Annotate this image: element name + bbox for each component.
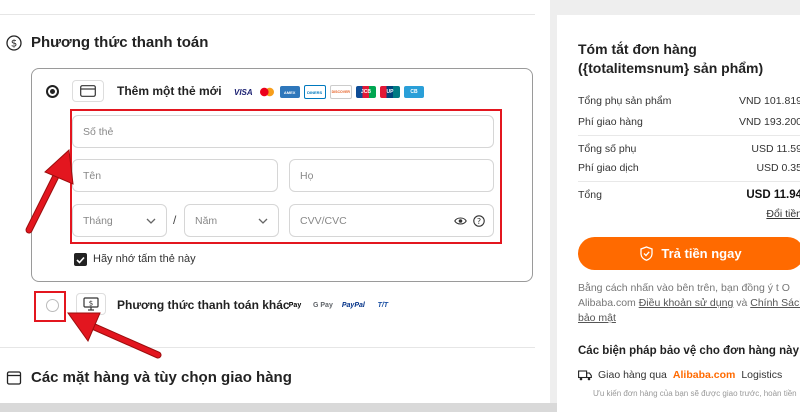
checkmark-icon bbox=[76, 256, 85, 264]
summary-row-transaction-fee: Phí giao dịch USD 0.35 bbox=[578, 162, 800, 174]
credit-card-icon bbox=[80, 85, 96, 97]
summary-row-subtotal-usd: Tổng số phụ USD 11.59 bbox=[578, 143, 800, 155]
alibaba-brand: Alibaba.com bbox=[672, 369, 736, 381]
summary-row-subtotal: Tổng phụ sản phẩm VND 101.819 bbox=[578, 95, 800, 107]
card-icon-box bbox=[72, 80, 104, 102]
row-label: Tổng số phụ bbox=[578, 143, 637, 155]
other-method-logos: Pay G Pay PayPal T/T bbox=[285, 299, 393, 311]
order-summary-title: Tóm tắt đơn hàng ({totalitemsnum} sản ph… bbox=[578, 41, 764, 76]
shipping-suffix: Logistics bbox=[741, 369, 783, 381]
google-pay-logo: G Pay bbox=[313, 301, 333, 309]
row-value: USD 11.59 bbox=[751, 143, 800, 155]
row-value: USD 0.35 bbox=[756, 162, 800, 174]
top-divider bbox=[0, 14, 535, 15]
jcb-logo: JCB bbox=[355, 86, 376, 98]
total-value: USD 11.94 bbox=[746, 189, 800, 201]
total-label: Tổng bbox=[578, 189, 602, 201]
svg-text:$: $ bbox=[11, 38, 17, 49]
horizontal-scrollbar[interactable] bbox=[0, 403, 557, 412]
row-label: Phí giao dịch bbox=[578, 162, 639, 174]
amex-logo: AMEX bbox=[279, 86, 300, 98]
shipping-row: Giao hàng qua Alibaba.com Logistics bbox=[578, 369, 782, 381]
arrow-annotation-icon bbox=[25, 148, 74, 234]
visa-logo: VISA bbox=[234, 87, 253, 97]
order-summary-panel: Tóm tắt đơn hàng ({totalitemsnum} sản ph… bbox=[557, 15, 800, 412]
shipping-subtext: Ưu kiến đơn hàng của bạn sẽ được giao tr… bbox=[593, 389, 797, 398]
new-card-label: Thêm một thẻ mới bbox=[117, 84, 222, 98]
summary-divider bbox=[578, 181, 800, 182]
box-icon bbox=[6, 370, 22, 385]
mastercard-logo: MC bbox=[258, 86, 276, 98]
dollar-circle-icon: $ bbox=[6, 34, 22, 51]
unionpay-logo: UP bbox=[379, 86, 400, 98]
checkout-main-panel: $ Phương thức thanh toán Thêm một thẻ mớ… bbox=[0, 0, 550, 403]
truck-icon bbox=[578, 369, 592, 380]
remember-card-label: Hãy nhớ tấm thẻ này bbox=[93, 253, 196, 265]
shield-check-icon bbox=[640, 246, 654, 261]
payment-section-title: Phương thức thanh toán bbox=[31, 34, 209, 51]
new-card-radio[interactable] bbox=[46, 85, 59, 98]
pay-now-label: Trả tiền ngay bbox=[661, 246, 742, 261]
row-value: VND 101.819 bbox=[738, 95, 800, 107]
cb-logo: CB bbox=[403, 86, 424, 98]
card-form-highlight bbox=[70, 109, 502, 244]
shipping-prefix: Giao hàng qua bbox=[598, 369, 667, 381]
summary-row-shipping: Phí giao hàng VND 193.200 bbox=[578, 116, 800, 128]
pay-now-button[interactable]: Trả tiền ngay bbox=[578, 237, 800, 270]
items-section-header: Các mặt hàng và tùy chọn giao hàng bbox=[6, 369, 292, 386]
protection-title: Các biện pháp bảo vệ cho đơn hàng này bbox=[578, 345, 799, 357]
items-section-title: Các mặt hàng và tùy chọn giao hàng bbox=[31, 369, 292, 386]
terms-text: Bằng cách nhấn vào bên trên, bạn đồng ý … bbox=[578, 281, 800, 326]
summary-row-total: Tổng USD 11.94 bbox=[578, 189, 800, 201]
summary-divider bbox=[578, 135, 800, 136]
terms-of-use-link[interactable]: Điều khoản sử dụng bbox=[639, 297, 734, 309]
row-label: Tổng phụ sản phẩm bbox=[578, 95, 672, 107]
row-value: VND 193.200 bbox=[738, 116, 800, 128]
arrow-annotation-icon bbox=[67, 312, 162, 359]
change-currency-link[interactable]: Đổi tiền bbox=[766, 208, 800, 220]
tt-logo: T/T bbox=[377, 301, 389, 309]
terms-and: và bbox=[736, 297, 748, 309]
apple-pay-logo: Pay bbox=[288, 301, 302, 309]
card-brand-logos: VISA MC AMEX DINERS DISCOVER JCB UP CB bbox=[233, 85, 424, 99]
payment-section-header: $ Phương thức thanh toán bbox=[6, 34, 208, 51]
diners-logo: DINERS bbox=[303, 85, 326, 99]
paypal-logo: PayPal bbox=[341, 301, 365, 309]
remember-card-checkbox[interactable] bbox=[74, 253, 87, 266]
discover-logo: DISCOVER bbox=[329, 85, 352, 99]
row-label: Phí giao hàng bbox=[578, 116, 643, 128]
